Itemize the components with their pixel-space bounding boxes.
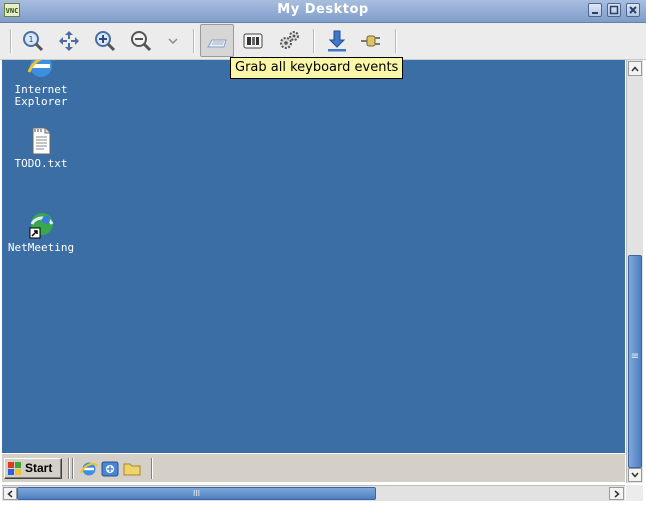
toolbar-separator <box>193 29 195 53</box>
desktop-icon-label: NetMeeting <box>7 241 75 254</box>
minimize-icon <box>592 12 598 14</box>
taskbar-separator <box>72 458 74 479</box>
netmeeting-desktop-icon[interactable]: NetMeeting <box>6 210 76 254</box>
scroll-down-button[interactable] <box>628 468 642 482</box>
plug-icon <box>361 35 380 47</box>
scroll-up-button[interactable] <box>628 61 642 76</box>
scroll-left-button[interactable] <box>3 487 17 500</box>
zoom-1-to-1-icon: 1 <box>23 31 44 52</box>
download-arrow-icon <box>328 30 346 52</box>
horizontal-scroll-thumb[interactable]: III <box>17 487 376 500</box>
toolbar: 1 <box>0 23 646 60</box>
start-label: Start <box>25 461 53 475</box>
internet-explorer-icon[interactable] <box>80 460 98 478</box>
close-button[interactable] <box>626 3 640 17</box>
close-icon <box>629 6 637 14</box>
chevron-left-icon <box>7 489 13 498</box>
title-bar: VNC My Desktop <box>0 0 646 23</box>
desktop-icon-label: Explorer <box>14 95 68 108</box>
chevron-down-icon <box>631 472 639 478</box>
zoom-out-icon <box>131 31 152 52</box>
window-title: My Desktop <box>277 2 369 17</box>
windows-logo-icon <box>8 462 21 475</box>
vertical-scrollbar[interactable]: ≡ <box>626 60 643 483</box>
folder-icon[interactable] <box>123 460 141 478</box>
zoom-out-button[interactable] <box>126 26 156 56</box>
zoom-menu-button[interactable] <box>158 26 188 56</box>
svg-text:1: 1 <box>28 35 33 44</box>
gears-icon <box>280 31 299 49</box>
outlook-express-icon[interactable] <box>101 460 119 478</box>
fit-arrows-icon <box>59 31 79 51</box>
horizontal-scroll-grip: III <box>192 489 201 498</box>
internet-explorer-desktop-icon[interactable]: Internet Explorer <box>6 60 76 108</box>
grab-keyboard-button[interactable] <box>200 24 234 57</box>
minimize-button[interactable] <box>588 3 602 17</box>
maximize-button[interactable] <box>607 3 621 17</box>
remote-desktop[interactable]: Internet Explorer TODO.txt NetMeeting <box>2 60 625 453</box>
netmeeting-icon <box>29 213 54 239</box>
taskbar-separator <box>68 458 70 479</box>
tooltip: Grab all keyboard events <box>230 57 404 79</box>
text-file-icon <box>32 127 51 155</box>
toolbar-separator <box>10 29 12 53</box>
maximize-icon <box>609 5 619 15</box>
internet-explorer-icon <box>27 60 55 77</box>
preferences-button[interactable] <box>274 26 304 56</box>
zoom-original-button[interactable]: 1 <box>18 26 48 56</box>
start-button[interactable]: Start <box>4 458 62 479</box>
keyboard-icon <box>207 39 227 47</box>
send-keys-button[interactable] <box>238 26 268 56</box>
disconnect-button[interactable] <box>356 26 386 56</box>
taskbar-separator <box>151 458 153 479</box>
scroll-right-button[interactable] <box>609 487 624 500</box>
scrollbar-corner <box>626 485 643 501</box>
vertical-scroll-thumb[interactable]: ≡ <box>628 255 642 468</box>
zoom-in-icon <box>95 31 116 52</box>
desktop-icon-label: TODO.txt <box>14 157 68 170</box>
toolbar-separator <box>395 29 397 53</box>
taskbar: Start <box>2 453 625 482</box>
screenshot-button[interactable] <box>322 26 352 56</box>
keys-icon <box>243 33 263 49</box>
toolbar-separator <box>313 29 315 53</box>
vertical-scroll-grip: ≡ <box>630 351 640 362</box>
horizontal-scrollbar[interactable]: III <box>2 485 625 501</box>
chevron-right-icon <box>614 489 620 498</box>
zoom-in-button[interactable] <box>90 26 120 56</box>
chevron-down-icon <box>168 38 178 45</box>
chevron-up-icon <box>631 65 639 71</box>
todo-txt-desktop-icon[interactable]: TODO.txt <box>6 126 76 170</box>
zoom-fit-button[interactable] <box>54 26 84 56</box>
